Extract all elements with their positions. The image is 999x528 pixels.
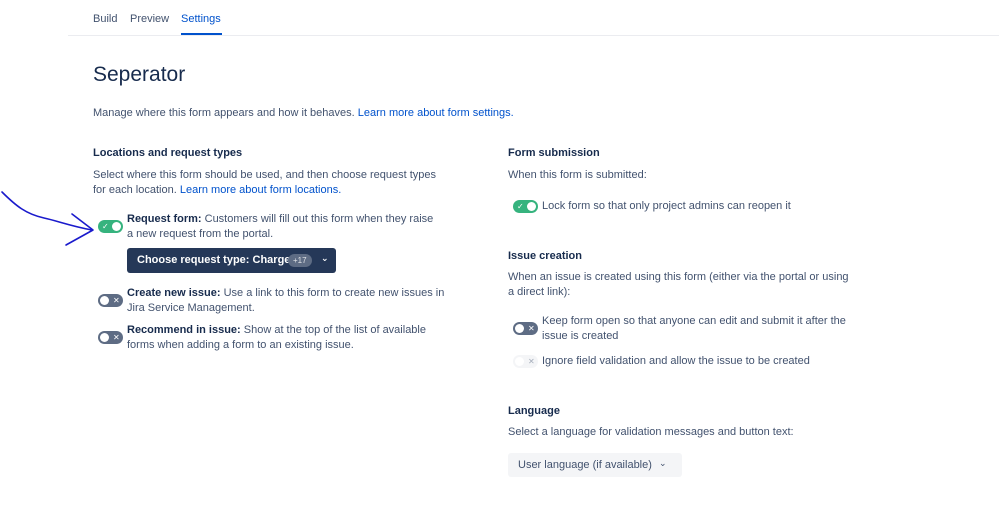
toggle-knob: [515, 324, 524, 333]
request-form-toggle[interactable]: ✓: [98, 220, 123, 233]
language-selected-value: User language (if available): [518, 459, 652, 471]
request-form-option: Request form: Customers will fill out th…: [127, 212, 433, 242]
locations-desc-line2: for each location.: [93, 184, 180, 196]
create-issue-desc-line2: Jira Service Management.: [127, 302, 255, 314]
issue-creation-heading: Issue creation: [508, 250, 582, 262]
keep-form-open-toggle[interactable]: ✕: [513, 322, 538, 335]
toggle-knob: [527, 202, 536, 211]
locations-desc-line1: Select where this form should be used, a…: [93, 169, 437, 181]
create-issue-label: Create new issue:: [127, 287, 221, 299]
recommend-issue-label: Recommend in issue:: [127, 324, 241, 336]
cross-icon: ✕: [113, 296, 120, 305]
lock-form-toggle[interactable]: ✓: [513, 200, 538, 213]
ignore-validation-toggle[interactable]: ✕: [513, 355, 538, 368]
request-form-desc-line1: Customers will fill out this form when t…: [201, 213, 434, 225]
toggle-knob: [100, 333, 109, 342]
issue-creation-desc-line2: a direct link):: [508, 286, 571, 298]
recommend-issue-toggle[interactable]: ✕: [98, 331, 123, 344]
locations-heading: Locations and request types: [93, 147, 243, 159]
chevron-down-icon: ⌄: [321, 253, 329, 263]
form-submission-description: When this form is submitted:: [508, 169, 647, 181]
check-icon: ✓: [102, 222, 109, 231]
check-icon: ✓: [517, 202, 524, 211]
choose-request-type-button[interactable]: Choose request type: Charger +17 ⌄: [127, 248, 336, 273]
cross-icon: ✕: [528, 324, 535, 333]
create-issue-toggle[interactable]: ✕: [98, 294, 123, 307]
request-form-desc-line2: a new request from the portal.: [127, 228, 274, 240]
intro-description: Manage where this form appears and how i…: [93, 107, 358, 119]
create-issue-option: Create new issue: Use a link to this for…: [127, 286, 444, 316]
cross-icon: ✕: [113, 333, 120, 342]
request-type-label: Choose request type: Charger: [137, 254, 295, 266]
form-locations-link[interactable]: Learn more about form locations.: [180, 184, 341, 196]
recommend-issue-option: Recommend in issue: Show at the top of t…: [127, 323, 426, 353]
intro-text: Manage where this form appears and how i…: [93, 107, 514, 119]
keep-form-open-line2: issue is created: [542, 330, 619, 342]
request-form-label: Request form:: [127, 213, 202, 225]
tab-build[interactable]: Build: [93, 13, 117, 25]
language-heading: Language: [508, 405, 560, 417]
ignore-validation-label: Ignore field validation and allow the is…: [542, 355, 810, 367]
toggle-knob: [515, 357, 524, 366]
issue-creation-description: When an issue is created using this form…: [508, 270, 849, 300]
active-tab-indicator: [181, 33, 222, 35]
lock-form-label: Lock form so that only project admins ca…: [542, 200, 791, 212]
tab-preview[interactable]: Preview: [130, 13, 169, 25]
issue-creation-desc-line1: When an issue is created using this form…: [508, 271, 849, 283]
tab-bar: Build Preview Settings: [68, 0, 999, 36]
toggle-knob: [112, 222, 121, 231]
chevron-down-icon: ⌄: [659, 458, 667, 468]
language-select[interactable]: User language (if available) ⌄: [508, 453, 682, 477]
keep-form-open-line1: Keep form open so that anyone can edit a…: [542, 315, 846, 327]
recommend-issue-desc-line1: Show at the top of the list of available: [240, 324, 426, 336]
annotation-arrow-icon: [1, 191, 94, 246]
recommend-issue-desc-line2: forms when adding a form to an existing …: [127, 339, 354, 351]
form-settings-link[interactable]: Learn more about form settings.: [358, 107, 514, 119]
toggle-knob: [100, 296, 109, 305]
locations-description: Select where this form should be used, a…: [93, 168, 436, 198]
keep-form-open-option: Keep form open so that anyone can edit a…: [542, 314, 846, 344]
cross-icon: ✕: [528, 357, 535, 366]
tab-settings[interactable]: Settings: [181, 13, 221, 25]
form-submission-heading: Form submission: [508, 147, 600, 159]
page-title: Seperator: [93, 63, 186, 86]
language-description: Select a language for validation message…: [508, 426, 794, 438]
create-issue-desc-line1: Use a link to this form to create new is…: [220, 287, 445, 299]
request-type-count-badge: +17: [288, 254, 312, 267]
